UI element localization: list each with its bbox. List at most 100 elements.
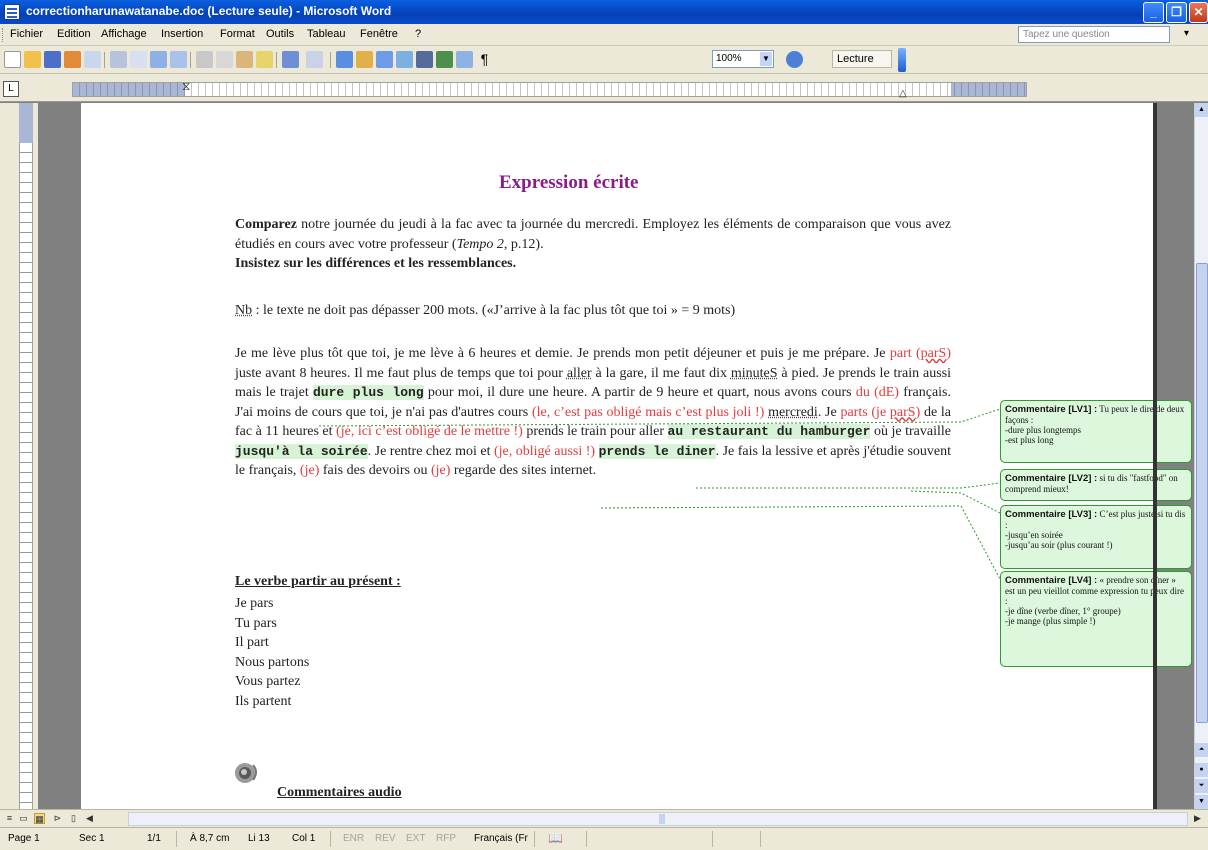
- paste-icon[interactable]: [236, 51, 253, 68]
- print-preview-icon[interactable]: [130, 51, 147, 68]
- essay-text: pour moi, il dure une heure. A partir de…: [423, 385, 856, 400]
- redo-icon[interactable]: [306, 51, 323, 68]
- essay-word: aller: [566, 365, 592, 381]
- normal-view-icon[interactable]: ≡: [4, 813, 15, 824]
- format-painter-icon[interactable]: [256, 51, 273, 68]
- menu-help[interactable]: ?: [415, 28, 421, 40]
- help-dropdown-icon[interactable]: ▾: [1184, 28, 1189, 39]
- insert-excel-icon[interactable]: [396, 51, 413, 68]
- essay-text: . Je rentre chez moi et: [367, 443, 494, 459]
- menu-fichier[interactable]: Fichier: [10, 28, 43, 40]
- zoom-select[interactable]: 100% ▼: [712, 50, 774, 68]
- chevron-down-icon[interactable]: ▼: [760, 52, 772, 66]
- left-indent-marker[interactable]: ⧖: [182, 79, 190, 94]
- reading-layout-button[interactable]: Lecture: [832, 50, 892, 68]
- hyperlink-icon[interactable]: [336, 51, 353, 68]
- scroll-up-icon[interactable]: ▲: [1195, 103, 1208, 117]
- menu-format[interactable]: Format: [220, 28, 255, 40]
- scroll-down-icon[interactable]: ▼: [1195, 795, 1208, 809]
- essay-text: regarde des sites internet.: [450, 463, 597, 478]
- status-page-count: 1/1: [147, 833, 161, 844]
- comment-anchor-lv2[interactable]: au restaurant du hamburger: [667, 424, 871, 439]
- status-mode-rfp[interactable]: RFP: [436, 833, 456, 844]
- menu-affichage[interactable]: Affichage: [101, 28, 147, 40]
- status-separator: [176, 831, 177, 847]
- help-icon[interactable]: [786, 51, 803, 68]
- spelling-status-icon[interactable]: 📖: [548, 831, 563, 845]
- vertical-scroll-thumb[interactable]: [1196, 263, 1208, 723]
- maximize-button[interactable]: ❐: [1166, 2, 1187, 23]
- comment-balloon-lv1[interactable]: Commentaire [LV1] : Tu peux le dire de d…: [1000, 400, 1192, 463]
- speaker-icon[interactable]: [233, 759, 261, 785]
- research-icon[interactable]: [170, 51, 187, 68]
- print-layout-icon[interactable]: ▦: [34, 813, 45, 824]
- close-button[interactable]: ✕: [1189, 2, 1208, 23]
- menu-edition[interactable]: Edition: [57, 28, 91, 40]
- comment-anchor-lv3[interactable]: jusqu'à la soirée: [235, 443, 368, 459]
- essay-text: fais des devoirs ou: [319, 463, 431, 478]
- insert-table-icon[interactable]: [376, 51, 393, 68]
- print-icon[interactable]: [110, 51, 127, 68]
- status-mode-enr[interactable]: ENR: [343, 833, 364, 844]
- top-margin-area: [19, 103, 33, 143]
- word-app-icon[interactable]: [4, 4, 20, 20]
- vertical-scrollbar[interactable]: ▲ ⏶ ● ⏷ ▼: [1194, 103, 1208, 809]
- menu-fenetre[interactable]: Fenêtre: [360, 28, 398, 40]
- menu-tableau[interactable]: Tableau: [307, 28, 346, 40]
- comment-anchor-lv1[interactable]: dure plus long: [312, 385, 424, 400]
- reading-view-icon[interactable]: ▯: [68, 813, 79, 824]
- document-map-icon[interactable]: [456, 51, 473, 68]
- horizontal-scroll-thumb[interactable]: [659, 814, 665, 824]
- essay-word: minuteS: [730, 365, 778, 381]
- verb-form: Je pars: [235, 596, 274, 611]
- menu-insertion[interactable]: Insertion: [161, 28, 203, 40]
- toolbar-options-icon[interactable]: [898, 48, 906, 72]
- undo-icon[interactable]: [282, 51, 299, 68]
- comment-balloon-lv4[interactable]: Commentaire [LV4] : « prendre son dîner …: [1000, 571, 1192, 667]
- status-language[interactable]: Français (Fr: [474, 833, 528, 844]
- document-page[interactable]: Expression écrite Comparez notre journée…: [81, 103, 1192, 809]
- comment-balloon-lv3[interactable]: Commentaire [LV3] : C’est plus juste si …: [1000, 505, 1192, 569]
- status-separator: [534, 831, 535, 847]
- menu-outils[interactable]: Outils: [266, 28, 294, 40]
- copy-icon[interactable]: [216, 51, 233, 68]
- right-indent-marker[interactable]: △: [899, 88, 907, 99]
- spelling-icon[interactable]: [150, 51, 167, 68]
- audio-comments-heading: Commentaires audio: [277, 785, 402, 800]
- comment-anchor-lv4[interactable]: prends le diner: [598, 443, 716, 459]
- menu-grip[interactable]: [2, 28, 5, 42]
- minimize-button[interactable]: _: [1143, 2, 1164, 23]
- status-mode-ext[interactable]: EXT: [406, 833, 425, 844]
- columns-icon[interactable]: [416, 51, 433, 68]
- permission-icon[interactable]: [64, 51, 81, 68]
- browse-object-icon[interactable]: ●: [1195, 763, 1208, 777]
- verb-heading: Le verbe partir au présent :: [235, 574, 401, 589]
- essay-text: . Je: [817, 404, 841, 420]
- outline-view-icon[interactable]: ⊳: [52, 813, 63, 824]
- comment-balloon-lv2[interactable]: Commentaire [LV2] : si tu dis "fastfood"…: [1000, 469, 1192, 501]
- next-page-icon[interactable]: ⏷: [1195, 779, 1208, 793]
- email-icon[interactable]: [84, 51, 101, 68]
- vertical-ruler[interactable]: [0, 103, 38, 809]
- status-mode-rev[interactable]: REV: [375, 833, 396, 844]
- drawing-icon[interactable]: [436, 51, 453, 68]
- tables-borders-icon[interactable]: [356, 51, 373, 68]
- new-document-icon[interactable]: [4, 51, 21, 68]
- help-question-input[interactable]: Tapez une question: [1018, 26, 1170, 43]
- open-folder-icon[interactable]: [24, 51, 41, 68]
- scroll-left-icon[interactable]: ◀: [84, 813, 95, 824]
- tab-selector[interactable]: L: [3, 81, 19, 97]
- cut-icon[interactable]: [196, 51, 213, 68]
- toolbar-separator: [190, 52, 191, 68]
- comment-line: -jusqu’au soir (plus courant !): [1005, 540, 1113, 550]
- essay-text: juste avant 8 heures. Il me faut plus de…: [235, 365, 567, 381]
- horizontal-scrollbar[interactable]: [128, 812, 1188, 826]
- book-title: Tempo 2: [456, 236, 504, 252]
- web-view-icon[interactable]: ▭: [18, 813, 29, 824]
- previous-page-icon[interactable]: ⏶: [1195, 743, 1208, 757]
- save-icon[interactable]: [44, 51, 61, 68]
- show-hide-pilcrow-icon[interactable]: ¶: [476, 51, 493, 68]
- status-bar: Page 1 Sec 1 1/1 À 8,7 cm Li 13 Col 1 EN…: [0, 827, 1208, 850]
- horizontal-ruler[interactable]: [72, 82, 1027, 97]
- scroll-right-icon[interactable]: ▶: [1192, 813, 1203, 824]
